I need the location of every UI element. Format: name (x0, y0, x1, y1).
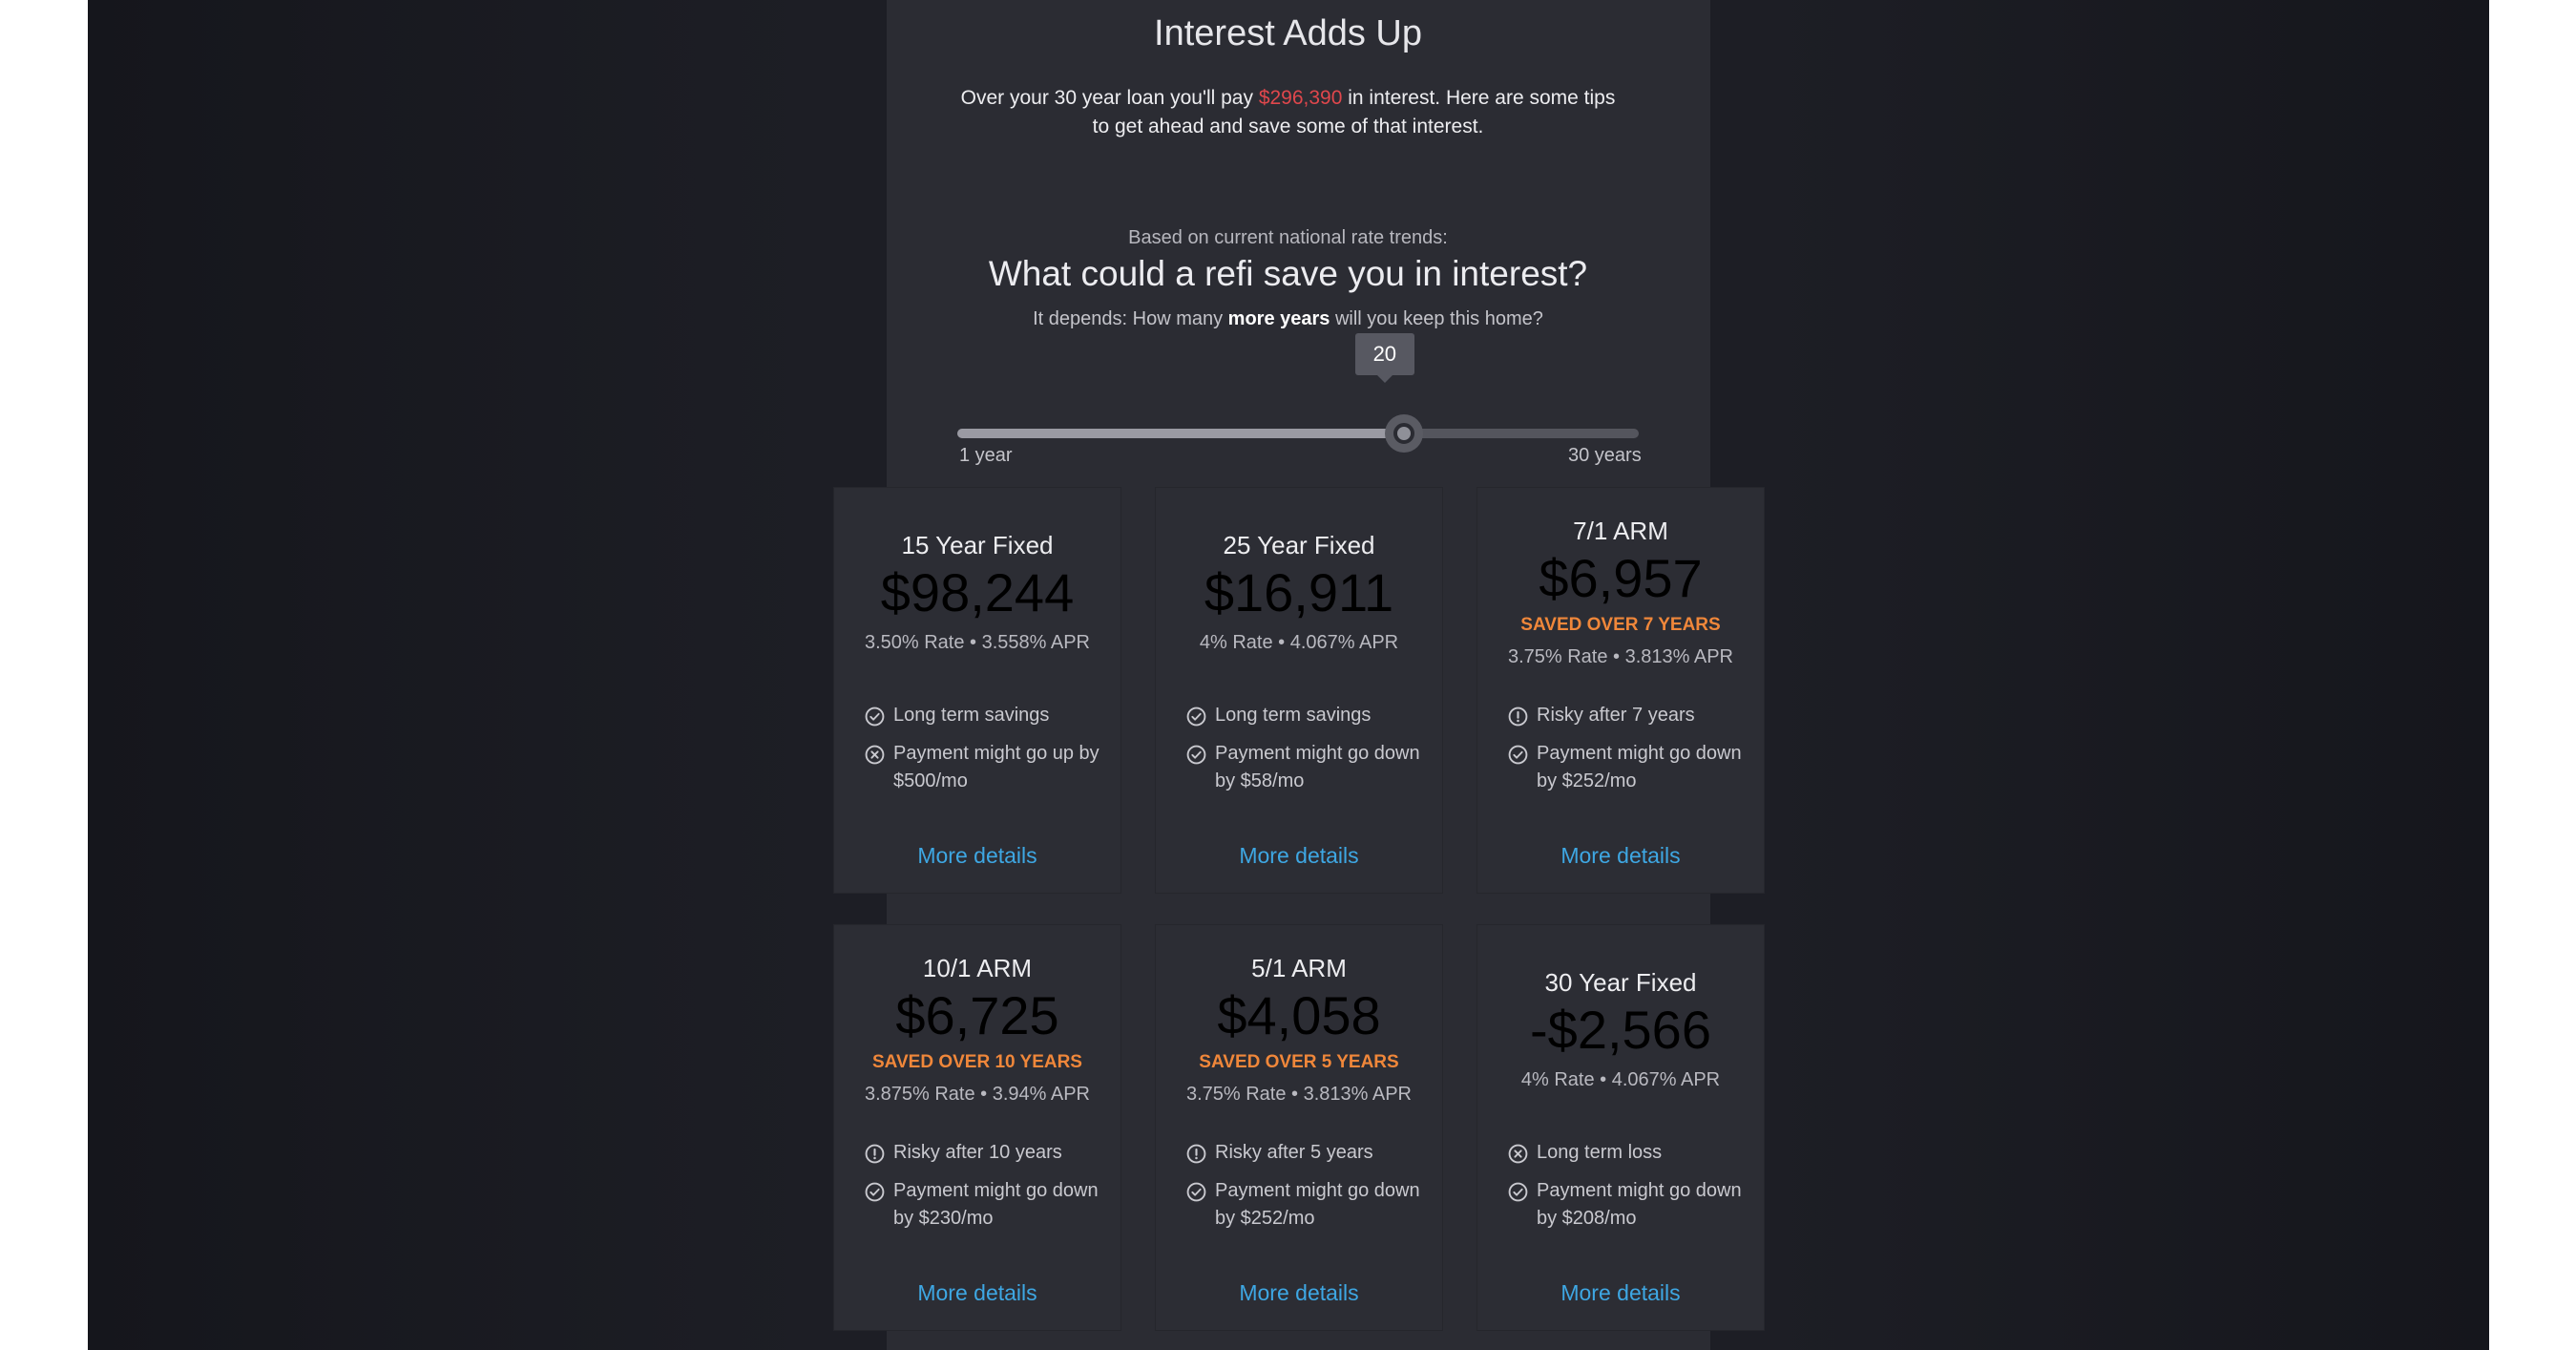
x-circle-icon (1508, 1144, 1528, 1164)
refi-question: It depends: How many more years will you… (0, 308, 2576, 330)
interest-total: $296,390 (1258, 87, 1343, 109)
loan-option-card: 25 Year Fixed $16,911 4% Rate • 4.067% APR… (1156, 488, 1442, 893)
saved-period: SAVED OVER 5 YEARS (1199, 1052, 1399, 1072)
loan-option-name: 15 Year Fixed (901, 531, 1054, 559)
loan-option-card: 30 Year Fixed -$2,566 4% Rate • 4.067% APR… (1477, 925, 1764, 1330)
loan-option-features: Long term loss Payment might go down by $… (1508, 1139, 1747, 1243)
info-circle-icon (1508, 707, 1528, 727)
loan-option-savings: -$2,566 (1530, 1000, 1711, 1060)
feature-text: Payment might go up by $500/mo (893, 743, 1100, 791)
years-slider-thumb[interactable]: 20 (1354, 333, 1423, 453)
feature-item: Payment might go down by $58/mo (1186, 740, 1425, 795)
feature-text: Risky after 5 years (1215, 1142, 1373, 1163)
loan-option-features: Risky after 5 years Payment might go down… (1186, 1139, 1425, 1243)
loan-option-savings: $16,911 (1204, 562, 1394, 622)
saved-period: SAVED OVER 7 YEARS (1520, 615, 1721, 635)
more-details-link[interactable]: More details (834, 843, 1120, 869)
info-circle-icon (1186, 1144, 1206, 1164)
loan-option-rate: 3.75% Rate • 3.813% APR (1507, 646, 1734, 667)
feature-text: Payment might go down by $252/mo (1537, 743, 1742, 791)
loan-option-card: 5/1 ARM $4,058 SAVED OVER 5 YEARS 3.75% Rat… (1156, 925, 1442, 1330)
loan-option-name: 7/1 ARM (1573, 517, 1668, 545)
interest-summary: Over your 30 year loan you'll pay $296,3… (0, 84, 2576, 141)
slider-min-label: 1 year (959, 445, 1013, 466)
feature-item: Long term savings (865, 702, 1103, 729)
feature-item: Risky after 5 years (1186, 1139, 1425, 1167)
feature-item: Risky after 10 years (865, 1139, 1103, 1167)
years-slider-value: 20 (1354, 333, 1414, 383)
check-circle-icon (1186, 1182, 1206, 1202)
intro-text-end: in interest. Here are some tips (1342, 87, 1616, 109)
loan-option-card: 10/1 ARM $6,725 SAVED OVER 10 YEARS 3.875% … (834, 925, 1120, 1330)
loan-option-name: 5/1 ARM (1251, 954, 1347, 982)
loan-option-rate: 3.875% Rate • 3.94% APR (864, 1084, 1091, 1105)
years-slider-fill (957, 429, 1404, 438)
feature-text: Risky after 10 years (893, 1142, 1062, 1163)
loan-option-savings: $98,244 (880, 562, 1075, 622)
loan-option-savings: $6,957 (1539, 548, 1703, 608)
feature-item: Risky after 7 years (1508, 702, 1747, 729)
check-circle-icon (1186, 745, 1206, 765)
loan-option-name: 30 Year Fixed (1544, 968, 1697, 997)
intro-text-start: Over your 30 year loan you'll pay (960, 87, 1259, 109)
loan-option-name: 25 Year Fixed (1223, 531, 1375, 559)
check-circle-icon (1508, 745, 1528, 765)
feature-text: Payment might go down by $58/mo (1215, 743, 1420, 791)
x-circle-icon (865, 745, 885, 765)
feature-item: Long term loss (1508, 1139, 1747, 1167)
saved-period: SAVED OVER 10 YEARS (872, 1052, 1082, 1072)
info-circle-icon (865, 1144, 885, 1164)
more-details-link[interactable]: More details (1156, 1280, 1442, 1306)
check-circle-icon (1508, 1182, 1528, 1202)
feature-item: Payment might go down by $208/mo (1508, 1177, 1747, 1233)
slider-max-label: 30 years (1568, 445, 1642, 466)
feature-text: Payment might go down by $252/mo (1215, 1180, 1420, 1229)
loan-option-features: Risky after 7 years Payment might go down… (1508, 702, 1747, 806)
loan-option-savings: $6,725 (895, 985, 1059, 1045)
more-details-link[interactable]: More details (834, 1280, 1120, 1306)
more-details-link[interactable]: More details (1477, 843, 1764, 869)
loan-option-card: 15 Year Fixed $98,244 3.50% Rate • 3.558% … (834, 488, 1120, 893)
check-circle-icon (865, 1182, 885, 1202)
feature-item: Payment might go down by $252/mo (1186, 1177, 1425, 1233)
feature-item: Payment might go up by $500/mo (865, 740, 1103, 795)
loan-option-rate: 4% Rate • 4.067% APR (1199, 632, 1399, 653)
page-title: Interest Adds Up (1154, 13, 1422, 53)
feature-text: Risky after 7 years (1537, 705, 1695, 726)
feature-text: Payment might go down by $230/mo (893, 1180, 1099, 1229)
feature-text: Long term savings (1215, 705, 1372, 726)
refi-question-end: will you keep this home? (1330, 308, 1543, 329)
loan-option-rate: 4% Rate • 4.067% APR (1520, 1069, 1721, 1090)
loan-option-savings: $4,058 (1217, 985, 1381, 1045)
rate-trends-note: Based on current national rate trends: (1128, 227, 1448, 248)
refi-heading: What could a refi save you in interest? (988, 254, 1588, 293)
feature-text: Long term loss (1537, 1142, 1663, 1163)
check-circle-icon (865, 707, 885, 727)
more-details-link[interactable]: More details (1477, 1280, 1764, 1306)
loan-option-rate: 3.50% Rate • 3.558% APR (864, 632, 1091, 653)
feature-text: Payment might go down by $208/mo (1537, 1180, 1742, 1229)
feature-item: Payment might go down by $230/mo (865, 1177, 1103, 1233)
loan-option-rate: 3.75% Rate • 3.813% APR (1185, 1084, 1413, 1105)
intro-text-line2: to get ahead and save some of that inter… (1092, 116, 1484, 137)
feature-text: Long term savings (893, 705, 1050, 726)
refi-question-start: It depends: How many (1033, 308, 1228, 329)
years-slider[interactable]: 20 (957, 333, 1639, 453)
check-circle-icon (1186, 707, 1206, 727)
loan-option-name: 10/1 ARM (922, 954, 1033, 982)
loan-option-features: Long term savings Payment might go down b… (1186, 702, 1425, 806)
feature-item: Payment might go down by $252/mo (1508, 740, 1747, 795)
loan-option-card: 7/1 ARM $6,957 SAVED OVER 7 YEARS 3.75% Rat… (1477, 488, 1764, 893)
loan-option-features: Long term savings Payment might go up by … (865, 702, 1103, 806)
loan-option-features: Risky after 10 years Payment might go dow… (865, 1139, 1103, 1243)
refi-question-bold: more years (1227, 308, 1330, 329)
more-details-link[interactable]: More details (1156, 843, 1442, 869)
feature-item: Long term savings (1186, 702, 1425, 729)
